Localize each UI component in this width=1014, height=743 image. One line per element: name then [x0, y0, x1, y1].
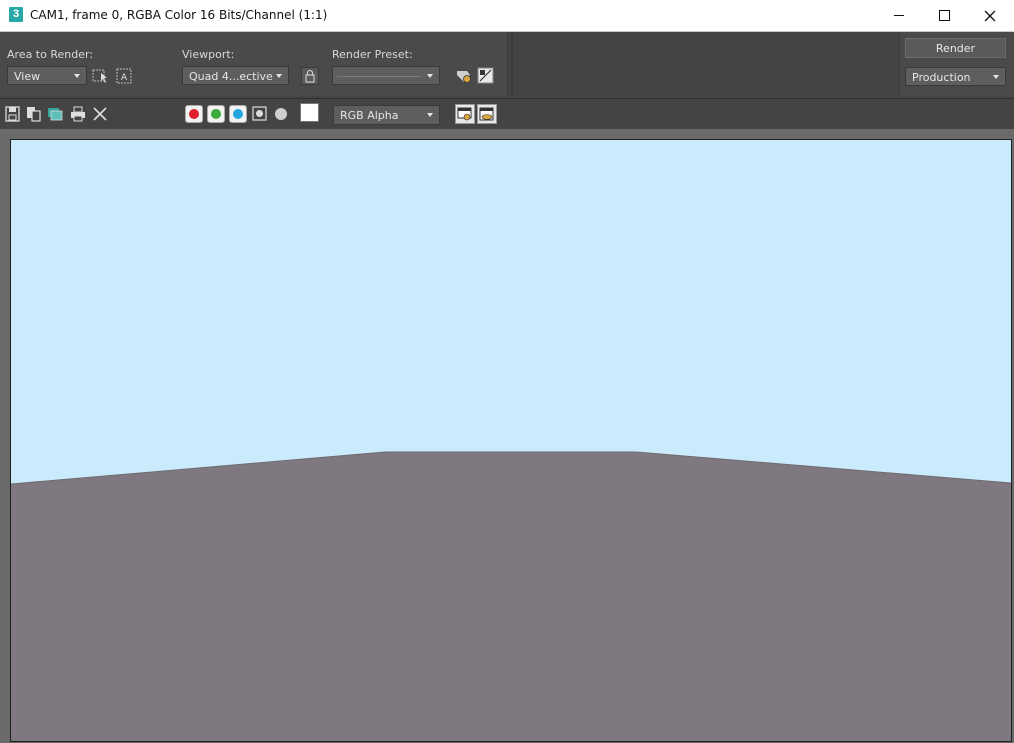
rendered-image: [10, 139, 1012, 742]
render-preset-dropdown[interactable]: [332, 66, 440, 85]
render-settings-panel: Area to Render: View A Viewport: Quad 4.…: [0, 32, 508, 96]
auto-region-icon[interactable]: A: [115, 67, 133, 85]
viewport-value: Quad 4...ective: [189, 70, 273, 83]
viewport-label: Viewport:: [182, 48, 235, 61]
edit-region-icon[interactable]: [92, 67, 110, 85]
render-canvas: [11, 140, 1011, 741]
chevron-down-icon: [276, 74, 282, 78]
area-to-render-label: Area to Render:: [7, 48, 94, 61]
blue-channel-toggle[interactable]: [229, 105, 247, 123]
render-button[interactable]: Render: [905, 38, 1006, 58]
monochrome-toggle[interactable]: [275, 108, 287, 120]
render-window-button[interactable]: [477, 104, 497, 124]
display-window-icon: [457, 107, 472, 121]
area-to-render-value: View: [14, 70, 41, 83]
production-value: Production: [912, 71, 971, 84]
display-toggle-button[interactable]: [455, 104, 475, 124]
green-channel-toggle[interactable]: [207, 105, 225, 123]
viewport-dropdown[interactable]: Quad 4...ective: [182, 66, 289, 85]
red-channel-toggle[interactable]: [185, 105, 203, 123]
alpha-channel-icon: [252, 106, 267, 121]
svg-text:A: A: [121, 73, 128, 83]
close-button[interactable]: [967, 0, 1013, 31]
green-channel-icon: [211, 109, 221, 119]
chevron-down-icon: [993, 75, 999, 79]
red-channel-icon: [189, 109, 199, 119]
title-bar: 3 CAM1, frame 0, RGBA Color 16 Bits/Chan…: [0, 0, 1014, 32]
clear-icon[interactable]: [92, 106, 108, 122]
minimize-button[interactable]: [876, 0, 922, 31]
render-window-icon: [479, 107, 494, 121]
lock-icon: [305, 70, 315, 83]
copy-icon[interactable]: [26, 106, 42, 122]
close-icon: [984, 10, 996, 22]
lock-viewport-button[interactable]: [301, 67, 319, 85]
render-settings-toolbar: Area to Render: View A Viewport: Quad 4.…: [0, 32, 1014, 98]
chevron-down-icon: [427, 74, 433, 78]
chevron-down-icon: [74, 74, 80, 78]
maximize-icon: [939, 10, 950, 21]
minimize-icon: [894, 15, 904, 16]
render-setup-icon[interactable]: [455, 67, 473, 85]
maximize-button[interactable]: [921, 0, 967, 31]
save-icon[interactable]: [5, 106, 21, 122]
clone-window-icon[interactable]: [47, 106, 63, 122]
background-color-swatch[interactable]: [300, 103, 319, 122]
environment-effects-icon[interactable]: [477, 67, 495, 85]
frame-buffer-toolbar: RGB Alpha: [0, 98, 1014, 129]
print-icon[interactable]: [70, 106, 86, 122]
area-to-render-dropdown[interactable]: View: [7, 66, 87, 85]
production-dropdown[interactable]: Production: [905, 67, 1006, 86]
app-icon: 3: [9, 7, 23, 22]
blue-channel-icon: [233, 109, 243, 119]
channel-display-dropdown[interactable]: RGB Alpha: [333, 105, 440, 125]
toolbar-divider: [511, 32, 513, 96]
channel-display-value: RGB Alpha: [340, 109, 399, 122]
render-preset-label: Render Preset:: [332, 48, 413, 61]
alpha-channel-toggle[interactable]: [251, 105, 269, 123]
window-title: CAM1, frame 0, RGBA Color 16 Bits/Channe…: [30, 8, 328, 22]
chevron-down-icon: [427, 113, 433, 117]
ground-plane: [11, 452, 1011, 741]
